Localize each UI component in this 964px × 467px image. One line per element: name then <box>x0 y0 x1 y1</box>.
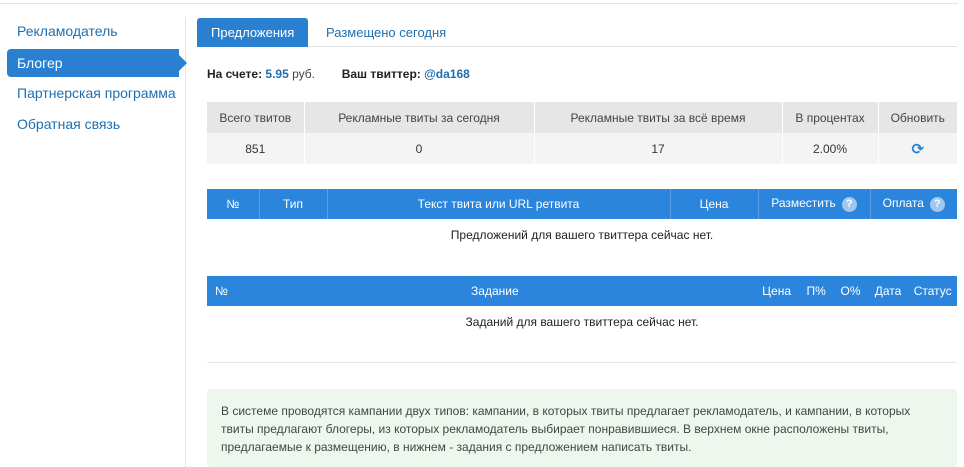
section-divider <box>207 362 957 363</box>
sidebar-item-feedback[interactable]: Обратная связь <box>7 110 177 138</box>
offers-header-price: Цена <box>670 189 759 219</box>
twitter-label: Ваш твиттер: <box>341 67 421 81</box>
stats-header-alltime: Рекламные твиты за всё время <box>534 102 783 133</box>
sidebar: Рекламодатель Блогер Партнерская програм… <box>0 17 193 467</box>
offers-header-payment-label: Оплата <box>882 196 924 211</box>
tasks-header-date: Дата <box>867 276 909 306</box>
stats-header-refresh: Обновить <box>878 102 957 133</box>
twitter-handle-link[interactable]: @da168 <box>424 67 470 81</box>
stats-total-value: 851 <box>207 133 305 164</box>
table-row: Предложений для вашего твиттера сейчас н… <box>207 219 957 250</box>
sidebar-item-partner-program[interactable]: Партнерская программа <box>7 79 177 107</box>
tab-bar: Предложения Размещено сегодня <box>197 18 957 47</box>
offers-table: № Тип Текст твита или URL ретвита Цена Р… <box>207 189 957 250</box>
tab-offers[interactable]: Предложения <box>197 18 309 47</box>
help-icon[interactable]: ? <box>929 196 945 212</box>
stats-alltime-value: 17 <box>534 133 783 164</box>
balance-unit: руб. <box>292 67 316 81</box>
stats-today-value: 0 <box>304 133 535 164</box>
info-box: В системе проводятся кампании двух типов… <box>207 389 957 467</box>
tasks-header-o-percent: О% <box>833 276 868 306</box>
help-icon[interactable]: ? <box>841 196 857 212</box>
tab-posted-today[interactable]: Размещено сегодня <box>312 18 460 47</box>
table-header-row: Всего твитов Рекламные твиты за сегодня … <box>207 102 957 133</box>
table-row: Заданий для вашего твиттера сейчас нет. <box>207 306 957 337</box>
table-header-row: № Задание Цена П% О% Дата Статус <box>207 276 957 306</box>
tasks-header-task: Задание <box>235 276 755 306</box>
offers-header-number: № <box>207 189 260 219</box>
balance-label: На счете: <box>207 67 263 81</box>
tasks-header-price: Цена <box>754 276 799 306</box>
offers-header-text: Текст твита или URL ретвита <box>327 189 671 219</box>
offers-header-place: Разместить? <box>758 189 871 219</box>
table-header-row: № Тип Текст твита или URL ретвита Цена Р… <box>207 189 957 219</box>
stats-percent-value: 2.00% <box>782 133 879 164</box>
table-row: 851 0 17 2.00% ⟳ <box>207 133 957 164</box>
tasks-header-number: № <box>207 276 236 306</box>
account-summary: На счете: 5.95 руб. Ваш твиттер: @da168 <box>207 67 470 81</box>
offers-empty-message: Предложений для вашего твиттера сейчас н… <box>450 227 714 242</box>
sidebar-item-blogger[interactable]: Блогер <box>7 49 193 77</box>
sidebar-item-advertiser[interactable]: Рекламодатель <box>7 17 177 45</box>
refresh-button[interactable]: ⟳ <box>878 133 957 164</box>
offers-header-type: Тип <box>259 189 328 219</box>
tasks-header-p-percent: П% <box>798 276 834 306</box>
stats-header-today: Рекламные твиты за сегодня <box>304 102 535 133</box>
balance-value: 5.95 <box>265 67 289 81</box>
stats-header-total: Всего твитов <box>207 102 305 133</box>
offers-header-payment: Оплата? <box>870 189 957 219</box>
info-text: В системе проводятся кампании двух типов… <box>221 404 911 454</box>
stats-table: Всего твитов Рекламные твиты за сегодня … <box>207 102 957 164</box>
tasks-table: № Задание Цена П% О% Дата Статус Заданий… <box>207 276 957 337</box>
tasks-header-status: Статус <box>908 276 957 306</box>
refresh-icon[interactable]: ⟳ <box>911 141 924 158</box>
top-divider <box>0 3 958 4</box>
offers-header-place-label: Разместить <box>771 196 836 211</box>
stats-header-percent: В процентах <box>782 102 879 133</box>
tasks-empty-message: Заданий для вашего твиттера сейчас нет. <box>465 314 699 329</box>
